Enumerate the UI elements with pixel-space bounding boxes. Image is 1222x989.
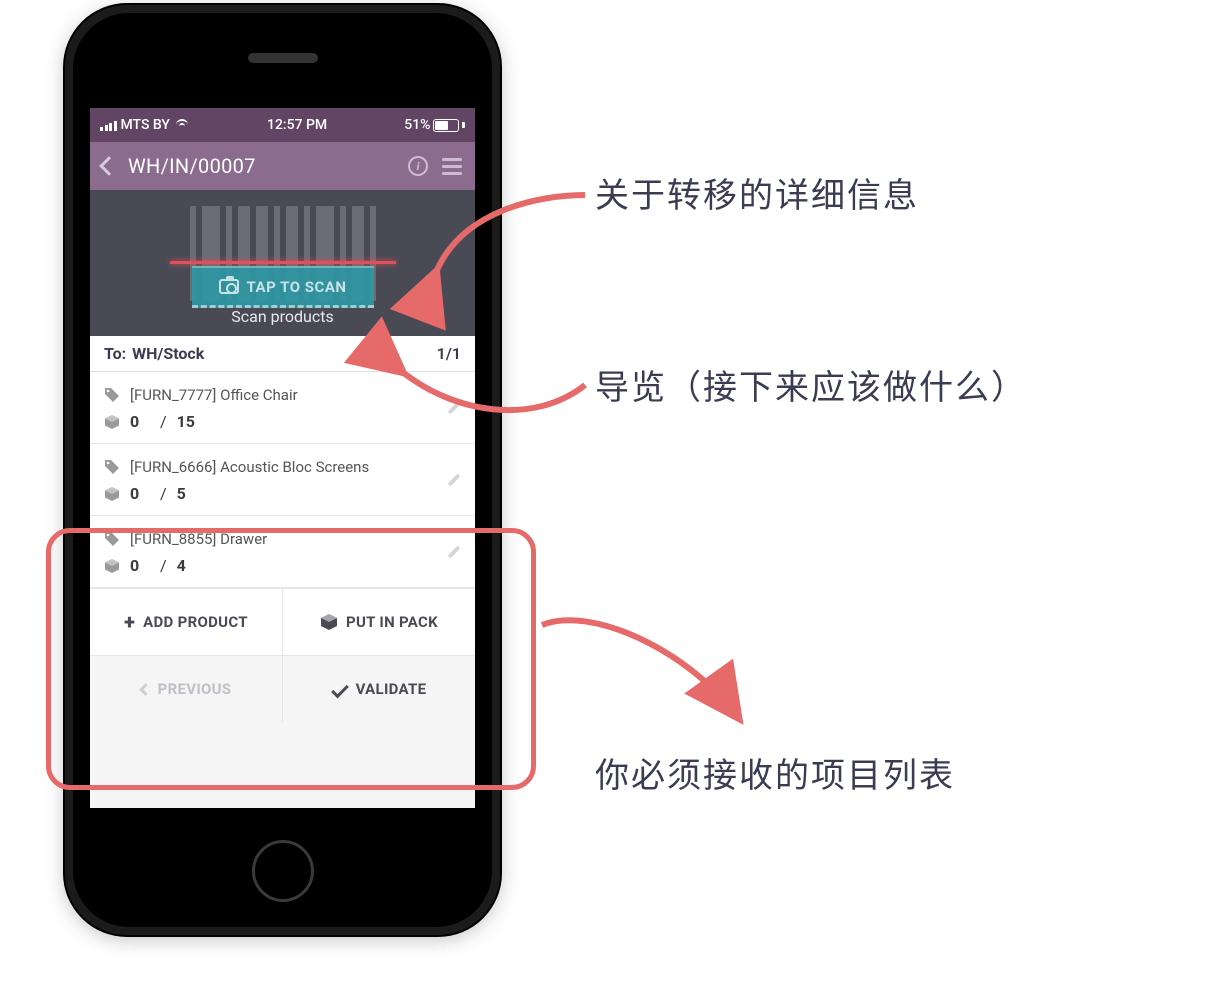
add-product-button[interactable]: + ADD PRODUCT [90,589,282,655]
action-row-2: PREVIOUS VALIDATE [90,655,475,722]
qty-done: 0 [130,412,150,431]
cube-icon [104,486,120,502]
battery-icon [433,119,459,132]
annotation-info: 关于转移的详细信息 [595,168,919,217]
status-bar: MTS BY 12:57 PM 51% [90,108,475,142]
previous-label: PREVIOUS [158,680,232,698]
qty-total: 15 [177,412,195,431]
tag-icon [104,531,120,547]
list-item[interactable]: [FURN_7777] Office Chair 0 / 15 [90,372,475,444]
previous-button[interactable]: PREVIOUS [90,656,282,722]
carrier-label: MTS BY [121,117,170,133]
qty-total: 5 [177,484,186,503]
tag-icon [104,459,120,475]
chevron-left-icon [139,683,152,696]
tag-icon [104,387,120,403]
cube-icon [104,414,120,430]
scan-line [170,261,396,264]
validate-label: VALIDATE [356,680,427,698]
cube-icon [104,558,120,574]
qty-separator: / [160,556,167,575]
tap-to-scan-label: TAP TO SCAN [247,278,347,296]
check-icon [331,680,349,698]
back-icon[interactable] [99,156,119,176]
action-row-1: + ADD PRODUCT PUT IN PACK [90,588,475,655]
product-name: [FURN_6666] Acoustic Bloc Screens [130,458,369,476]
destination-label: To: [104,344,126,363]
product-list: [FURN_7777] Office Chair 0 / 15 [90,372,475,588]
validate-button[interactable]: VALIDATE [282,656,475,722]
scan-panel: TAP TO SCAN Scan products [90,190,475,336]
menu-button[interactable] [441,155,463,177]
nav-bar: WH/IN/00007 i [90,142,475,190]
annotation-list: 你必须接收的项目列表 [595,748,955,797]
add-product-label: ADD PRODUCT [143,613,248,631]
tap-to-scan-button[interactable]: TAP TO SCAN [192,266,374,308]
wifi-icon [174,119,190,131]
annotation-guide: 导览（接下来应该做什么） [595,360,1027,409]
menu-icon [442,158,462,175]
arrow-3 [530,595,760,759]
camera-icon [219,279,239,294]
package-icon [320,613,338,631]
destination-value: WH/Stock [132,344,437,363]
phone-frame: MTS BY 12:57 PM 51% WH/IN/00007 i [65,5,500,935]
page-indicator: 1/1 [437,344,461,363]
put-in-pack-button[interactable]: PUT IN PACK [282,589,475,655]
phone-speaker [248,53,318,63]
status-time: 12:57 PM [267,117,327,133]
destination-bar: To: WH/Stock 1/1 [90,336,475,372]
product-name: [FURN_7777] Office Chair [130,386,298,404]
product-name: [FURN_8855] Drawer [130,530,267,548]
qty-separator: / [160,484,167,503]
qty-separator: / [160,412,167,431]
info-icon: i [408,156,428,176]
list-item[interactable]: [FURN_8855] Drawer 0 / 4 [90,516,475,588]
barcode-graphic: TAP TO SCAN [178,206,388,301]
screen: MTS BY 12:57 PM 51% WH/IN/00007 i [90,108,475,808]
list-item[interactable]: [FURN_6666] Acoustic Bloc Screens 0 / 5 [90,444,475,516]
plus-icon: + [124,610,135,634]
signal-icon [100,119,117,131]
phone-bezel: MTS BY 12:57 PM 51% WH/IN/00007 i [73,13,492,927]
home-button[interactable] [252,840,314,902]
info-button[interactable]: i [407,155,429,177]
put-in-pack-label: PUT IN PACK [346,613,438,631]
qty-total: 4 [177,556,186,575]
scan-hint: Scan products [90,307,475,326]
qty-done: 0 [130,484,150,503]
page-title: WH/IN/00007 [128,154,395,178]
battery-label: 51% [404,117,430,133]
qty-done: 0 [130,556,150,575]
